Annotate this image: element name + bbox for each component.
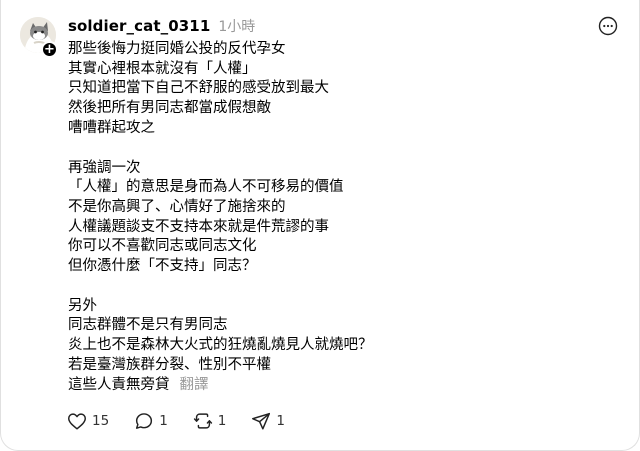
repost-count: 1 bbox=[217, 413, 227, 429]
post-paragraph-3: 另外 同志群體不是只有男同志 炎上也不是森林大火式的狂燒亂燒見人就燒吧？ 若是臺… bbox=[68, 297, 608, 396]
post-line: 「人權」的意思是身而為人不可移易的價值 bbox=[68, 179, 344, 196]
repost-icon bbox=[193, 413, 212, 429]
plus-icon: + bbox=[44, 42, 55, 57]
like-count: 15 bbox=[92, 413, 110, 429]
translate-link[interactable]: 翻譯 bbox=[180, 377, 209, 393]
heart-icon bbox=[68, 413, 86, 430]
post-body: 那些後悔力挺同婚公投的反代孕女 其實心裡根本就沒有「人權」 只知道把當下自己不舒… bbox=[68, 40, 608, 395]
share-count: 1 bbox=[276, 413, 285, 429]
post-line: 人權議題談支不支持本來就是件荒謬的事 bbox=[68, 218, 329, 235]
action-bar: 15 1 1 1 bbox=[66, 410, 309, 432]
reply-count: 1 bbox=[159, 413, 168, 429]
follow-button[interactable]: + bbox=[41, 41, 58, 58]
post-line: 不是你高興了、心情好了施捨來的 bbox=[68, 198, 286, 215]
post-header: soldier_cat_0311 1小時 bbox=[68, 15, 255, 37]
username[interactable]: soldier_cat_0311 bbox=[68, 17, 210, 35]
more-icon bbox=[598, 16, 618, 36]
post-line: 只知道把當下自己不舒服的感受放到最大 bbox=[68, 80, 329, 97]
post-line: 若是臺灣族群分裂、性別不平權 bbox=[68, 356, 271, 373]
post-line: 同志群體不是只有男同志 bbox=[68, 317, 228, 334]
more-options-button[interactable] bbox=[598, 16, 618, 36]
send-icon bbox=[252, 412, 271, 430]
post-paragraph-1: 那些後悔力挺同婚公投的反代孕女 其實心裡根本就沒有「人權」 只知道把當下自己不舒… bbox=[68, 40, 608, 139]
post-line: 這些人責無旁貸 bbox=[68, 376, 170, 393]
post-line: 另外 bbox=[68, 297, 97, 314]
post-line-with-translate: 這些人責無旁貸 翻譯 bbox=[68, 376, 608, 396]
share-button[interactable]: 1 bbox=[250, 410, 285, 432]
post-line: 炎上也不是森林大火式的狂燒亂燒見人就燒吧？ bbox=[68, 337, 373, 354]
post-time[interactable]: 1小時 bbox=[218, 16, 255, 36]
like-button[interactable]: 15 bbox=[66, 410, 109, 432]
post-line: 再強調一次 bbox=[68, 159, 141, 176]
reply-button[interactable]: 1 bbox=[133, 410, 168, 432]
post-line: 那些後悔力挺同婚公投的反代孕女 bbox=[68, 41, 286, 57]
post-line: 嘈嘈群起攻之 bbox=[68, 119, 155, 136]
comment-icon bbox=[136, 413, 153, 429]
post-line: 你可以不喜歡同志或同志文化 bbox=[68, 238, 257, 255]
post-paragraph-2: 再強調一次 「人權」的意思是身而為人不可移易的價值 不是你高興了、心情好了施捨來… bbox=[68, 159, 608, 277]
post-line: 然後把所有男同志都當成假想敵 bbox=[68, 100, 271, 117]
post-line: 但你憑什麼「不支持」同志？ bbox=[68, 258, 257, 275]
repost-button[interactable]: 1 bbox=[192, 410, 227, 432]
post-line: 其實心裡根本就沒有「人權」 bbox=[68, 60, 257, 77]
